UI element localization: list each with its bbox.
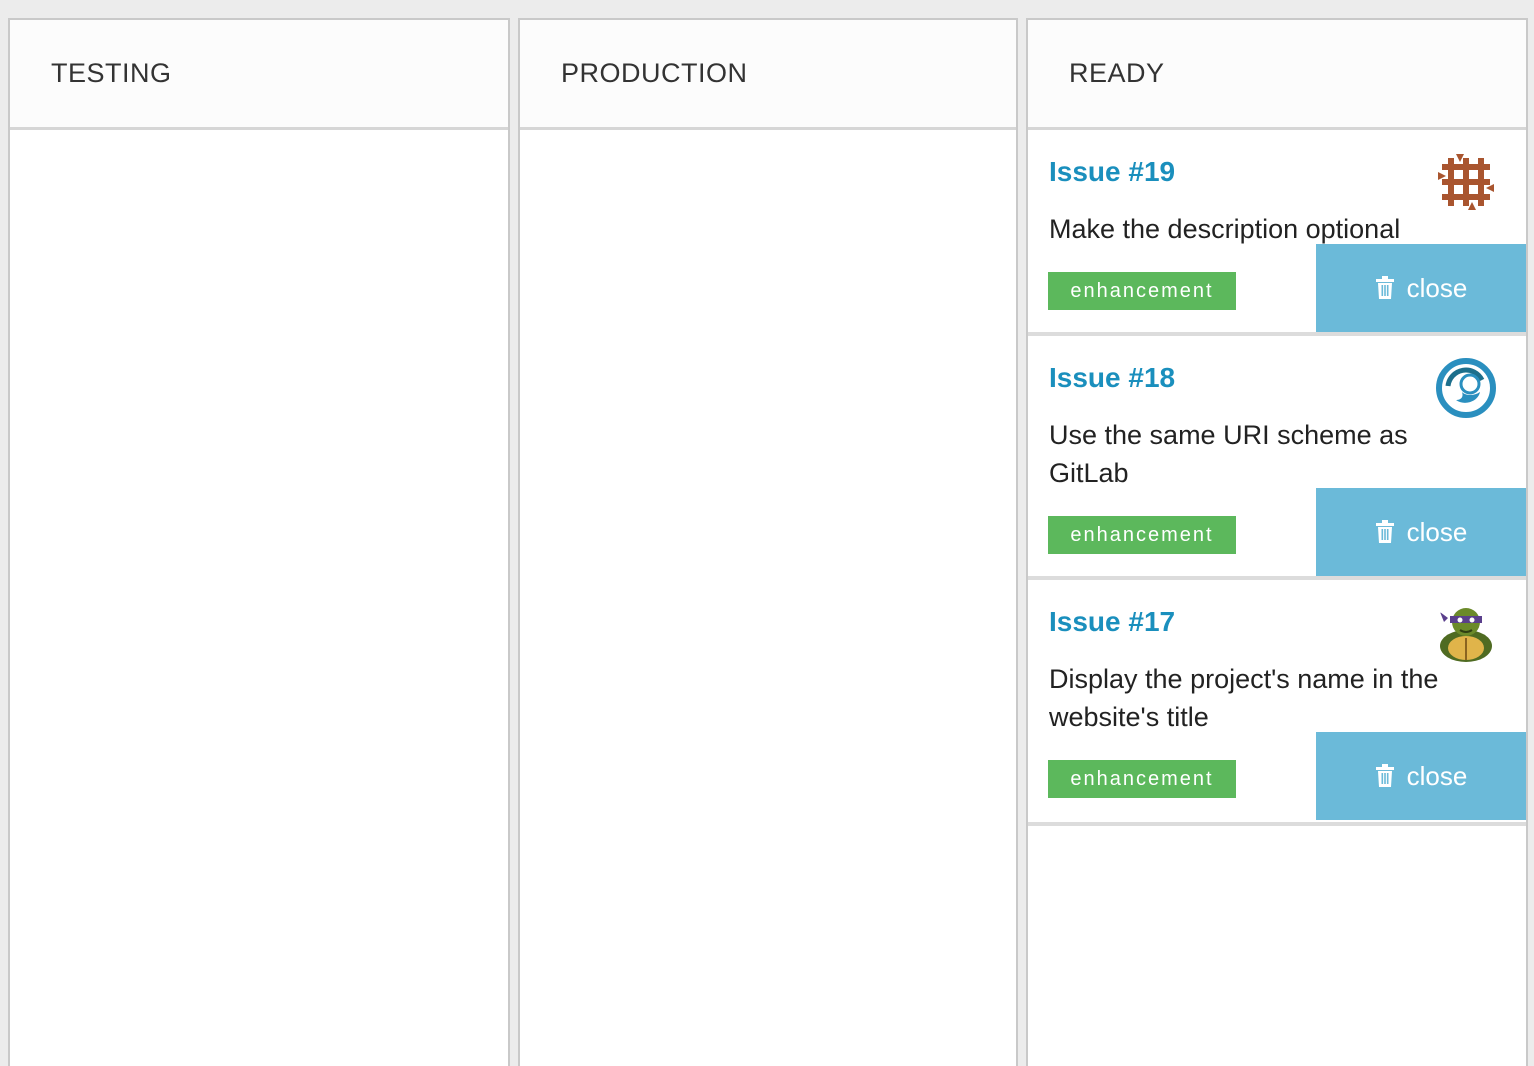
brown-pattern-avatar-icon <box>1434 150 1498 214</box>
turtle-avatar-icon <box>1434 600 1498 664</box>
close-button-label: close <box>1406 760 1468 791</box>
column-ready: READY Issue #19 Make the description opt… <box>1026 18 1528 1066</box>
column-header: TESTING <box>10 20 508 130</box>
issue-description: Use the same URI scheme as GitLab <box>1049 420 1408 488</box>
blue-swirl-avatar-icon <box>1434 356 1498 420</box>
trash-icon <box>1375 276 1395 300</box>
close-button-label: close <box>1406 272 1468 303</box>
column-production: PRODUCTION <box>518 18 1018 1066</box>
trash-icon <box>1375 764 1395 788</box>
label-badge[interactable]: enhancement <box>1048 516 1236 554</box>
label-badge[interactable]: enhancement <box>1048 272 1236 310</box>
kanban-board: TESTING PRODUCTION READY Issue #19 Make … <box>0 0 1534 1066</box>
column-title: TESTING <box>51 58 172 88</box>
issue-description: Make the description optional <box>1049 214 1401 244</box>
column-testing: TESTING <box>8 18 510 1066</box>
column-title: PRODUCTION <box>561 58 748 88</box>
issue-card[interactable]: Issue #18 Use the same URI scheme as Git… <box>1028 336 1526 580</box>
close-button[interactable]: close <box>1316 488 1526 576</box>
close-button-label: close <box>1406 516 1468 547</box>
issue-link[interactable]: Issue #17 <box>1049 606 1175 638</box>
trash-icon <box>1375 520 1395 544</box>
issue-link[interactable]: Issue #18 <box>1049 362 1175 394</box>
issue-card[interactable]: Issue #19 Make the description optional … <box>1028 130 1526 336</box>
issue-card[interactable]: Issue #17 Display the project's name in … <box>1028 580 1526 826</box>
column-header: READY <box>1028 20 1526 130</box>
column-header: PRODUCTION <box>520 20 1016 130</box>
column-title: READY <box>1069 58 1165 88</box>
close-button[interactable]: close <box>1316 244 1526 332</box>
close-button[interactable]: close <box>1316 732 1526 820</box>
label-badge[interactable]: enhancement <box>1048 760 1236 798</box>
issue-link[interactable]: Issue #19 <box>1049 156 1175 188</box>
issue-description: Display the project's name in the websit… <box>1049 664 1439 732</box>
